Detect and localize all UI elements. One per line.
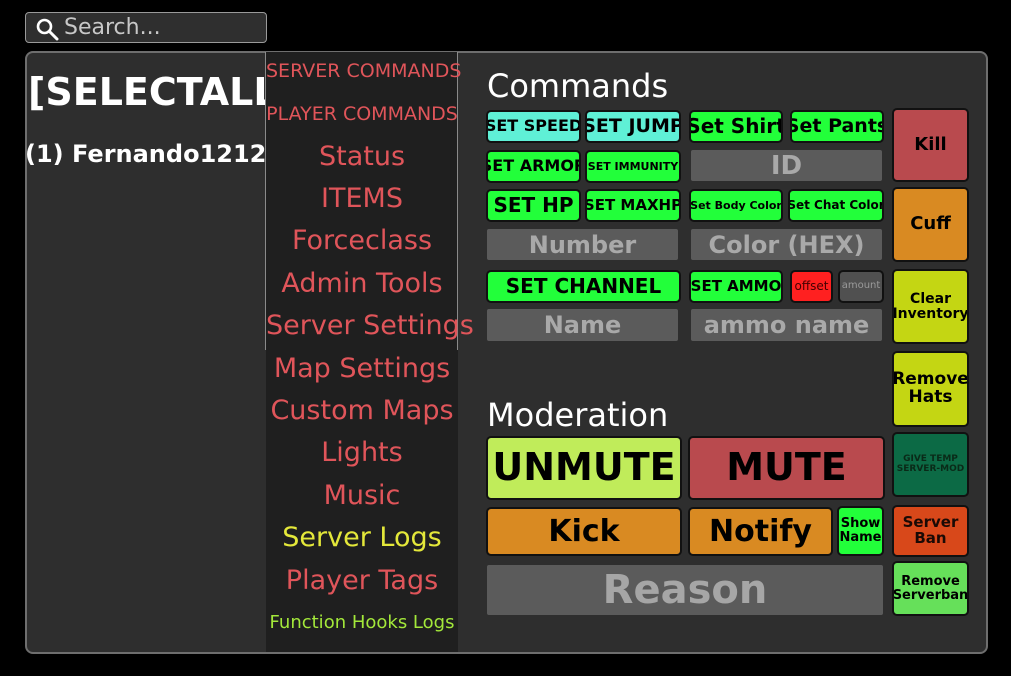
remove-serverban-button[interactable]: Remove Serverban — [892, 561, 969, 616]
remove-hats-button[interactable]: Remove Hats — [892, 351, 969, 427]
name-input[interactable]: Name — [487, 309, 678, 341]
number-input[interactable]: Number — [487, 229, 678, 260]
amount-input[interactable]: amount — [838, 270, 884, 303]
nav-lights[interactable]: Lights — [266, 437, 458, 468]
nav-function-hooks-logs[interactable]: Function Hooks Logs — [266, 612, 458, 633]
nav-server-settings[interactable]: Server Settings — [266, 310, 474, 341]
nav-server-logs[interactable]: Server Logs — [266, 522, 458, 553]
color-hex-input[interactable]: Color (HEX) — [691, 229, 882, 260]
set-channel-button[interactable]: SET CHANNEL — [486, 270, 681, 303]
set-speed-button[interactable]: SET SPEED — [486, 110, 581, 143]
offset-input[interactable]: offset — [790, 270, 833, 303]
clear-inventory-button[interactable]: Clear Inventory — [892, 269, 969, 344]
kick-button[interactable]: Kick — [486, 507, 682, 556]
give-temp-server-mod-button[interactable]: GIVE TEMP SERVER-MOD — [892, 432, 969, 497]
reason-input[interactable]: Reason — [487, 565, 883, 615]
nav-map-settings[interactable]: Map Settings — [266, 353, 458, 384]
set-body-color-button[interactable]: Set Body Color — [689, 189, 783, 222]
set-pants-button[interactable]: Set Pants — [790, 110, 884, 143]
set-jump-button[interactable]: SET JUMP — [585, 110, 681, 143]
set-chat-color-button[interactable]: Set Chat Color — [788, 189, 884, 222]
set-immunity-button[interactable]: SET IMMUNITY — [585, 150, 681, 183]
notify-button[interactable]: Notify — [688, 507, 833, 556]
set-armor-button[interactable]: SET ARMOR — [486, 150, 581, 183]
show-name-toggle[interactable]: Show Name — [837, 506, 884, 556]
cuff-button[interactable]: Cuff — [892, 187, 969, 262]
set-shirt-button[interactable]: Set Shirt — [689, 110, 783, 143]
moderation-heading: Moderation — [487, 396, 669, 434]
nav-forceclass[interactable]: Forceclass — [266, 225, 458, 256]
nav-status[interactable]: Status — [266, 141, 458, 172]
id-input[interactable]: ID — [691, 150, 882, 181]
nav-music[interactable]: Music — [266, 480, 458, 511]
search-input[interactable] — [64, 15, 260, 40]
nav-player-tags[interactable]: Player Tags — [266, 565, 458, 596]
kill-button[interactable]: Kill — [892, 108, 969, 182]
server-ban-button[interactable]: Server Ban — [892, 505, 969, 557]
nav-admin-tools[interactable]: Admin Tools — [266, 268, 458, 299]
player-list-item[interactable]: (1) Fernando121231 — [25, 140, 300, 168]
set-maxhp-button[interactable]: SET MAXHP — [585, 189, 681, 222]
nav-player-commands[interactable]: PLAYER COMMANDS — [266, 103, 458, 125]
commands-heading: Commands — [487, 67, 669, 105]
search-icon — [36, 18, 59, 41]
nav-custom-maps[interactable]: Custom Maps — [266, 395, 458, 426]
unmute-button[interactable]: UNMUTE — [486, 436, 682, 500]
ammo-name-input[interactable]: ammo name — [691, 309, 882, 341]
nav-server-commands[interactable]: SERVER COMMANDS — [266, 60, 461, 82]
set-hp-button[interactable]: SET HP — [486, 189, 581, 222]
select-all-button[interactable]: [SELECTALL] — [28, 70, 295, 114]
set-ammo-button[interactable]: SET AMMO — [689, 270, 783, 303]
search-bar[interactable] — [25, 12, 267, 43]
nav-items[interactable]: ITEMS — [266, 183, 458, 214]
mute-button[interactable]: MUTE — [688, 436, 885, 500]
